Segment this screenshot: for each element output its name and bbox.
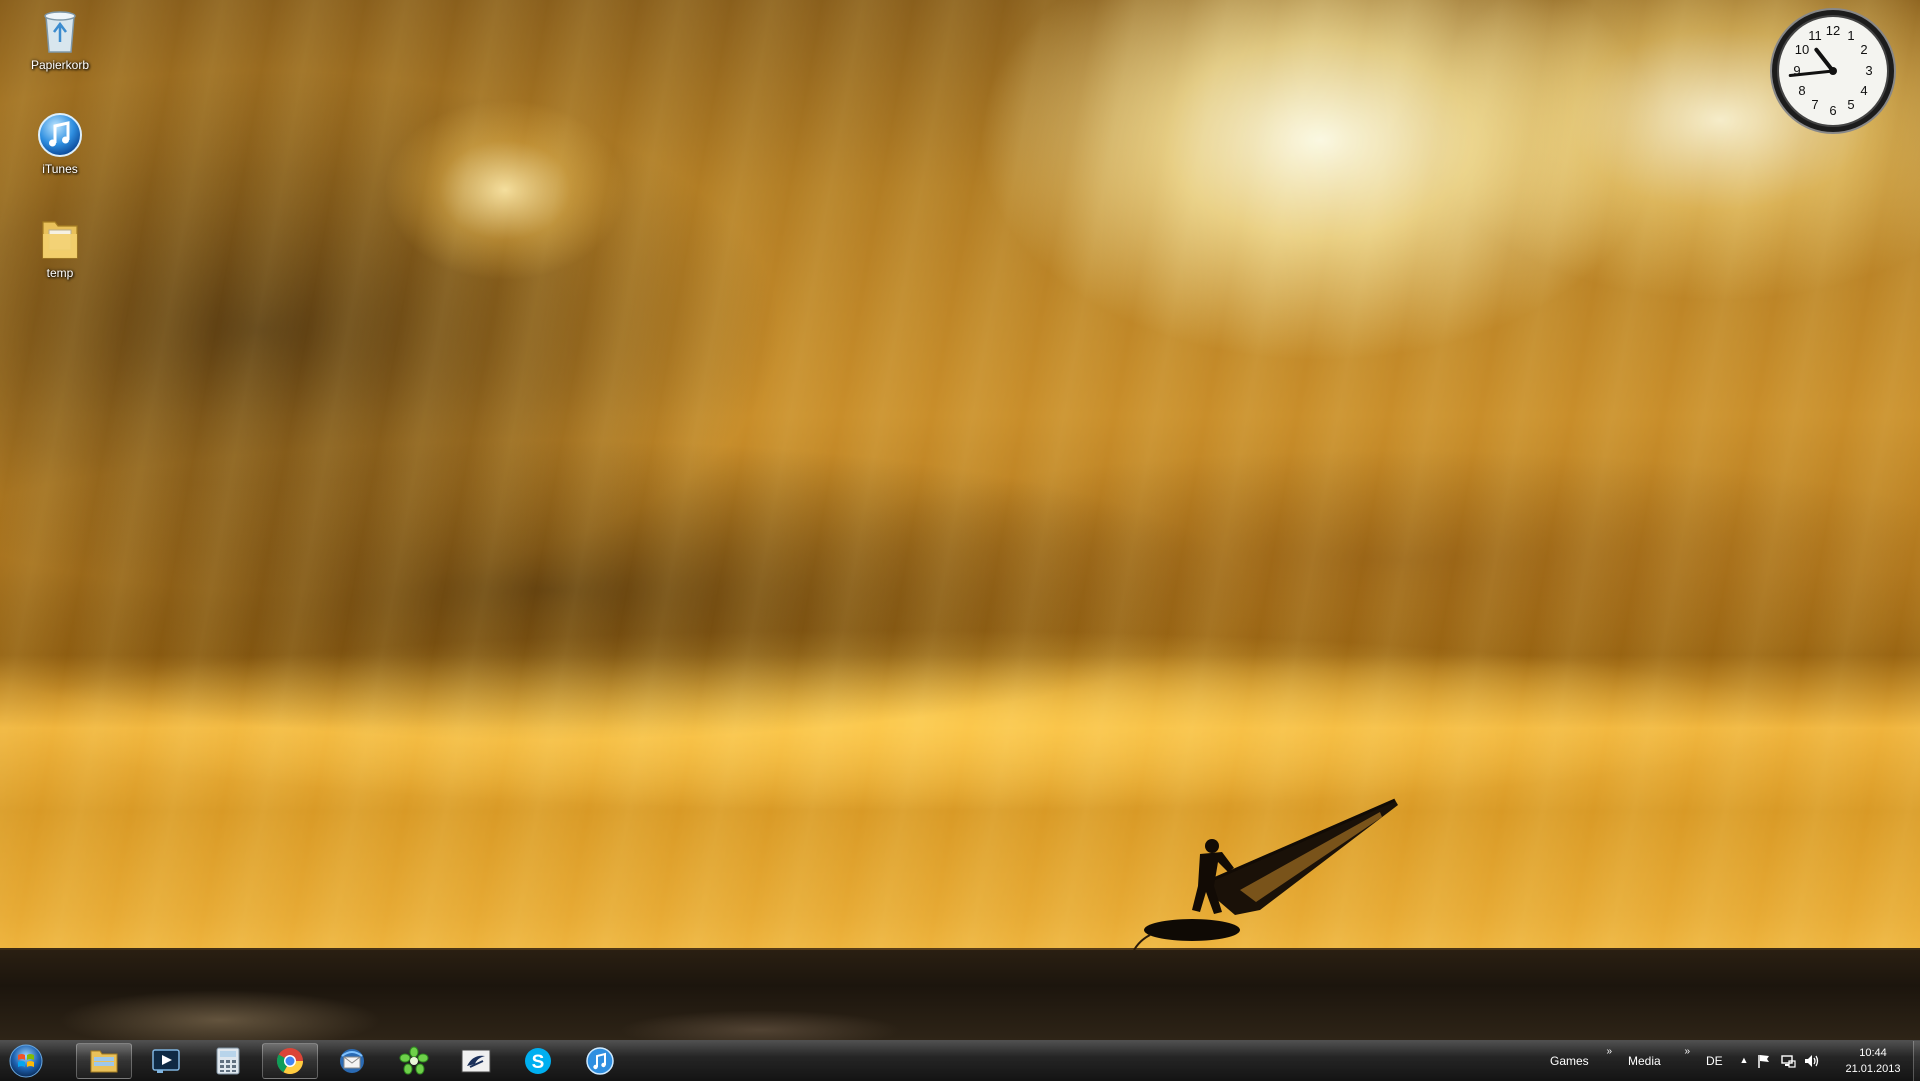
taskbar-itunes-button[interactable] — [572, 1043, 628, 1079]
taskbar-toolbar-games[interactable]: Games » — [1550, 1041, 1612, 1081]
itunes-icon — [38, 113, 82, 157]
sun-rays — [0, 0, 1920, 950]
svg-text:S: S — [532, 1052, 545, 1073]
desktop-icon-label: temp — [46, 266, 74, 280]
mail-client-icon — [340, 1049, 364, 1073]
itunes-icon — [586, 1047, 614, 1075]
clock-number: 7 — [1811, 97, 1818, 112]
taskbar-teamspeak-button[interactable] — [448, 1043, 504, 1079]
tray-date: 21.01.2013 — [1845, 1063, 1901, 1075]
taskbar-toolbar-media[interactable]: Media » — [1628, 1041, 1690, 1081]
desktop-icon-label: Papierkorb — [30, 58, 90, 72]
network-icon[interactable] — [1780, 1053, 1796, 1069]
clock-number: 11 — [1808, 28, 1822, 43]
clock-gadget[interactable]: 12 1 2 3 4 5 6 7 8 9 10 11 — [1768, 6, 1898, 136]
show-desktop-button[interactable] — [1913, 1041, 1920, 1081]
language-indicator[interactable]: DE — [1706, 1041, 1723, 1081]
folder-icon — [90, 1050, 118, 1073]
windows-logo-icon — [9, 1044, 43, 1078]
taskbar-icq-button[interactable] — [386, 1043, 442, 1079]
chrome-icon — [276, 1048, 304, 1075]
sea — [0, 950, 1920, 1040]
clock-number: 12 — [1826, 23, 1840, 38]
clock-number: 10 — [1795, 42, 1809, 57]
play-icon — [152, 1049, 180, 1073]
clock-number: 5 — [1847, 97, 1854, 112]
taskbar-thunderbird-button[interactable] — [324, 1043, 380, 1079]
taskbar-skype-button[interactable]: S — [510, 1043, 566, 1079]
taskbar-chrome-button[interactable] — [262, 1043, 318, 1079]
volume-icon[interactable] — [1804, 1053, 1820, 1069]
clock-number: 4 — [1860, 83, 1867, 98]
clock-number: 2 — [1860, 42, 1867, 57]
windsurfer-silhouette — [1133, 798, 1398, 950]
desktop-icon-recycle-bin[interactable]: Papierkorb — [20, 8, 100, 72]
taskbar-calculator-button[interactable] — [200, 1043, 256, 1079]
flower-icon — [399, 1046, 429, 1075]
tray-expand-icon[interactable]: ▲ — [1736, 1055, 1752, 1071]
taskbar-media-player-button[interactable] — [138, 1043, 194, 1079]
calculator-icon — [216, 1047, 240, 1075]
taskbar: S Games » Media » DE ▲ 10:44 21.01.2013 — [0, 1040, 1920, 1081]
clock-number: 6 — [1829, 103, 1836, 118]
folder-icon — [42, 221, 78, 259]
chevron-right-icon: » — [1606, 1046, 1612, 1057]
action-center-flag-icon[interactable] — [1756, 1053, 1772, 1069]
tray-time: 10:44 — [1859, 1047, 1887, 1059]
teamspeak-icon — [461, 1049, 491, 1073]
desktop-wallpaper[interactable]: Papierkorb iTunes temp 12 1 2 3 4 5 6 7 … — [0, 0, 1920, 1040]
toolbar-label-media: Media — [1628, 1054, 1661, 1068]
clock-number: 8 — [1798, 83, 1805, 98]
taskbar-explorer-button[interactable] — [76, 1043, 132, 1079]
skype-icon: S — [525, 1048, 551, 1074]
start-button[interactable] — [6, 1043, 46, 1079]
clock-number: 1 — [1847, 28, 1854, 43]
tray-clock[interactable]: 10:44 21.01.2013 — [1830, 1045, 1916, 1077]
toolbar-label-games: Games — [1550, 1054, 1589, 1068]
clock-number: 3 — [1865, 63, 1872, 78]
desktop-icon-label: iTunes — [42, 162, 78, 176]
desktop-icon-temp-folder[interactable]: temp — [20, 216, 100, 280]
recycle-bin-icon — [44, 11, 76, 53]
chevron-right-icon: » — [1684, 1046, 1690, 1057]
desktop-icon-itunes[interactable]: iTunes — [20, 112, 100, 176]
